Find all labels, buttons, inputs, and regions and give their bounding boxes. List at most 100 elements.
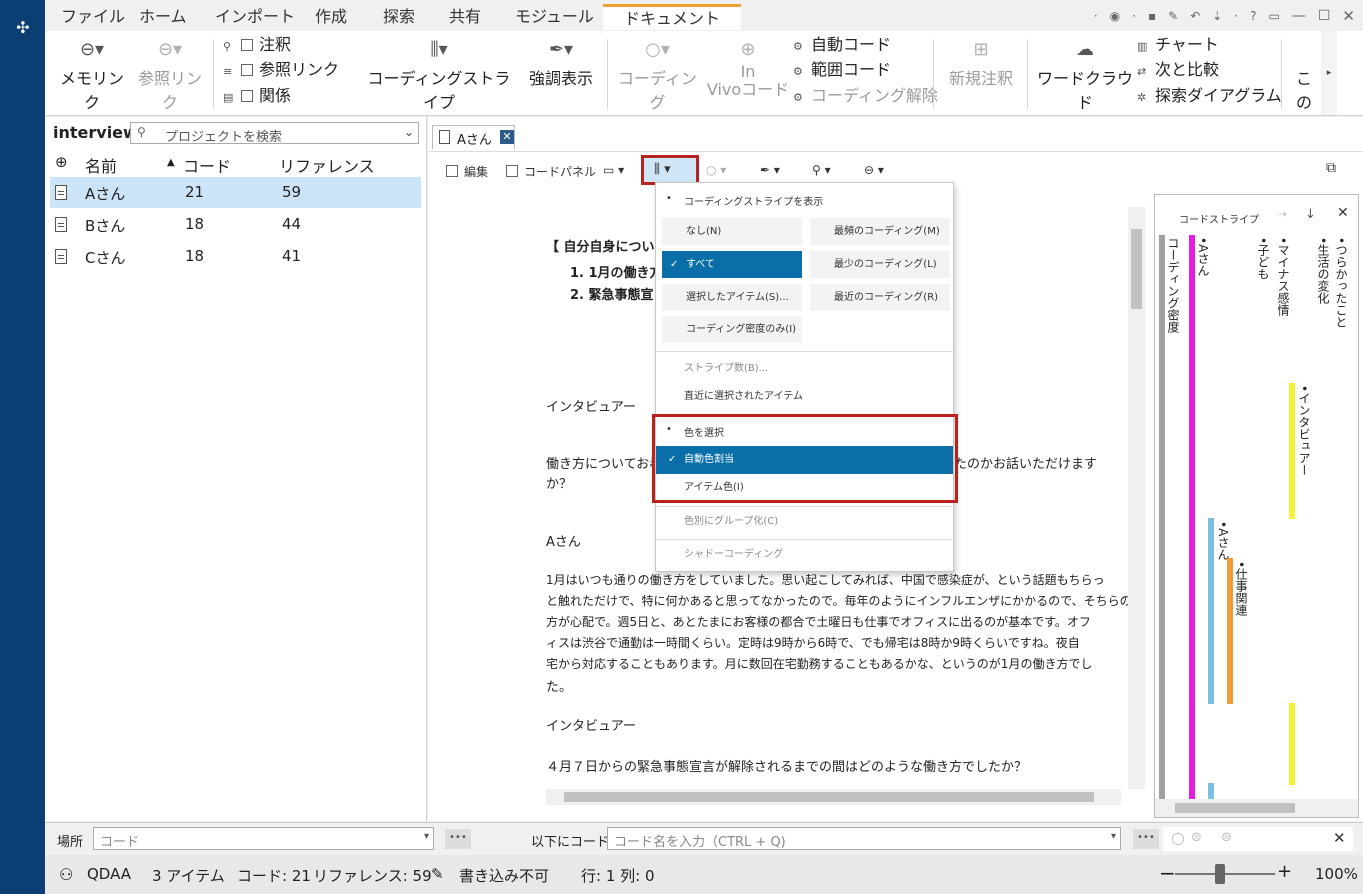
edit-checkbox[interactable] <box>446 165 458 177</box>
ref-link-checkbox[interactable] <box>241 64 253 76</box>
location-input[interactable]: コード ▾ <box>93 827 434 850</box>
chevron-down-icon[interactable]: ⌄ <box>404 125 414 139</box>
menu-item-group-by-color[interactable]: 色別にグループ化(C) <box>656 508 953 536</box>
coding-button[interactable]: ○▾ コーディング <box>615 35 700 113</box>
menu-item-none[interactable]: なし(N) <box>662 218 802 245</box>
dot-icon[interactable]: · <box>1094 9 1098 23</box>
scrollbar-thumb[interactable] <box>564 792 1094 802</box>
stripe-label[interactable]: •仕事関連 <box>1233 561 1250 616</box>
coding-dropdown-icon[interactable]: ○ ▾ <box>706 163 726 177</box>
minimize-icon[interactable]: — <box>1292 8 1306 24</box>
add-icon[interactable]: ⊕ <box>55 153 68 171</box>
zoom-in-button[interactable]: + <box>1277 861 1292 882</box>
auto-code-button[interactable]: ⚙ 自動コード <box>793 33 891 59</box>
code-panel-toggle[interactable]: コードパネル <box>506 163 596 180</box>
memo-dropdown-icon[interactable]: ▭ ▾ <box>603 163 624 177</box>
this-button[interactable]: この <box>1289 65 1319 113</box>
new-code-icon[interactable]: ⊜ <box>1221 830 1232 845</box>
undo-icon[interactable]: ↶ <box>1190 9 1200 23</box>
tab-home[interactable]: ホーム <box>137 5 189 31</box>
stripe-a[interactable] <box>1189 235 1195 805</box>
relation-checkbox[interactable] <box>241 90 253 102</box>
close-icon[interactable]: ✕ <box>1342 7 1355 25</box>
new-annotation-button[interactable]: ⊞ 新規注釈 <box>941 35 1021 89</box>
app-logo-icon[interactable]: ✣ <box>13 18 33 38</box>
tab-share[interactable]: 共有 <box>447 5 483 31</box>
coding-stripes-button[interactable]: ⫼▾ コーディングストライプ <box>365 35 513 113</box>
coding-stripes-dropdown-button[interactable]: ⫼ ▾ <box>641 155 699 185</box>
stripe-label[interactable]: •つらかったこと <box>1333 237 1350 328</box>
stripe-label[interactable]: コーディング密度 <box>1165 237 1182 333</box>
chart-button[interactable]: ▥ チャート <box>1137 33 1219 59</box>
vertical-scrollbar[interactable] <box>1128 207 1145 789</box>
menu-item-recent-coding[interactable]: 最近のコーディング(R) <box>810 284 950 311</box>
stripe-label[interactable]: •Aさん <box>1215 521 1232 560</box>
uncode-button[interactable]: ⚙ コーディング解除 <box>793 84 938 110</box>
project-search-input[interactable]: ⚲ プロジェクトを検索 ⌄ <box>130 122 419 145</box>
column-code[interactable]: コード <box>183 153 231 177</box>
stripe-label[interactable]: •Aさん <box>1195 237 1212 276</box>
highlight-dropdown-icon[interactable]: ✒ ▾ <box>760 163 780 177</box>
menu-item-shadow-coding[interactable]: シャドーコーディング <box>656 541 953 569</box>
stripe-label[interactable]: •生活の変化 <box>1315 237 1332 304</box>
code-name-input[interactable]: コード名を入力（CTRL + Q) ▾ <box>607 827 1121 850</box>
explore-diagram-button[interactable]: ✲ 探索ダイアグラム <box>1137 84 1282 110</box>
tab-import[interactable]: インポート <box>213 5 297 31</box>
tab-module[interactable]: モジュール <box>513 5 596 31</box>
menu-item-all[interactable]: すべて <box>662 251 802 278</box>
ribbon-scroll-right-icon[interactable]: ▸ <box>1321 31 1337 115</box>
annotation-checkbox[interactable] <box>241 39 253 51</box>
comment-icon[interactable]: ▭ <box>1269 9 1280 23</box>
menu-item-recent-items[interactable]: 直近に選択されたアイテム <box>656 383 953 411</box>
chevron-down-icon[interactable]: ▾ <box>1111 831 1116 842</box>
arrow-down-icon[interactable]: ↓ <box>1305 207 1316 222</box>
stripe-label[interactable]: •子ども <box>1255 237 1272 280</box>
zoom-dropdown-icon[interactable]: ⚲ ▾ <box>812 163 831 177</box>
maximize-icon[interactable]: ☐ <box>1318 8 1331 24</box>
zoom-slider-thumb[interactable] <box>1215 864 1225 884</box>
edit-toggle[interactable]: 編集 <box>446 163 488 180</box>
menu-item-density-only[interactable]: コーディング密度のみ(I) <box>662 316 802 343</box>
memo-link-button[interactable]: ⊖▾ メモリンク <box>53 35 131 113</box>
tab-file[interactable]: ファイル <box>59 5 127 31</box>
arrow-right-icon[interactable]: ⇢ <box>1277 207 1287 221</box>
menu-item-selected-items[interactable]: 選択したアイテム(S)... <box>662 284 802 311</box>
tab-create[interactable]: 作成 <box>313 5 349 31</box>
stripe-a[interactable] <box>1208 518 1214 704</box>
list-item[interactable]: Bさん 18 44 <box>50 209 421 240</box>
scrollbar-thumb[interactable] <box>1131 229 1142 309</box>
stripe-label[interactable]: •インタビュアー <box>1296 385 1313 476</box>
annotation-toggle[interactable]: ⚲ 注釈 <box>223 33 291 59</box>
list-item[interactable]: Cさん 18 41 <box>50 241 421 272</box>
link-dropdown-icon[interactable]: ⊖ ▾ <box>864 163 884 177</box>
save-icon[interactable]: ▪ <box>1148 9 1156 23</box>
help-icon[interactable]: ? <box>1250 9 1256 23</box>
code-icon[interactable]: ○ <box>1171 828 1185 847</box>
range-code-button[interactable]: ⚙ 範囲コード <box>793 58 891 84</box>
horizontal-scrollbar[interactable] <box>546 789 1121 805</box>
customize-icon[interactable]: ⇣ <box>1212 9 1222 23</box>
edit-icon[interactable]: ✎ <box>1168 9 1178 23</box>
relation-toggle[interactable]: ▤ 関係 <box>223 84 291 110</box>
scrollbar-thumb[interactable] <box>1175 803 1295 813</box>
code-panel-checkbox[interactable] <box>506 165 518 177</box>
account-icon[interactable]: ◉ <box>1110 9 1120 23</box>
stripe-interviewer[interactable] <box>1289 383 1295 519</box>
in-vivo-code-button[interactable]: ⊕ In Vivoコード <box>705 35 791 99</box>
location-browse-button[interactable]: ••• <box>445 829 471 849</box>
uncode-icon[interactable]: ⊜ <box>1191 830 1202 845</box>
menu-item-least-coding[interactable]: 最少のコーディング(L) <box>810 251 950 278</box>
dot-icon[interactable]: · <box>1234 9 1238 23</box>
word-cloud-button[interactable]: ☁ ワードクラウド <box>1035 35 1135 113</box>
tab-explore[interactable]: 探索 <box>381 5 417 31</box>
zoom-slider[interactable] <box>1175 873 1275 875</box>
column-reference[interactable]: リファレンス <box>279 153 375 177</box>
chevron-down-icon[interactable]: ▾ <box>424 831 429 842</box>
stripe-label[interactable]: •マイナス感情 <box>1275 237 1292 316</box>
menu-item-most-coding[interactable]: 最頻のコーディング(M) <box>810 218 950 245</box>
compare-with-button[interactable]: ⇄ 次と比較 <box>1137 58 1219 84</box>
close-tab-icon[interactable]: ✕ <box>500 130 514 144</box>
highlight-button[interactable]: ✒▾ 強調表示 <box>523 35 599 89</box>
float-window-icon[interactable]: ⧉ <box>1326 160 1336 176</box>
tab-document[interactable]: ドキュメント <box>603 4 741 30</box>
